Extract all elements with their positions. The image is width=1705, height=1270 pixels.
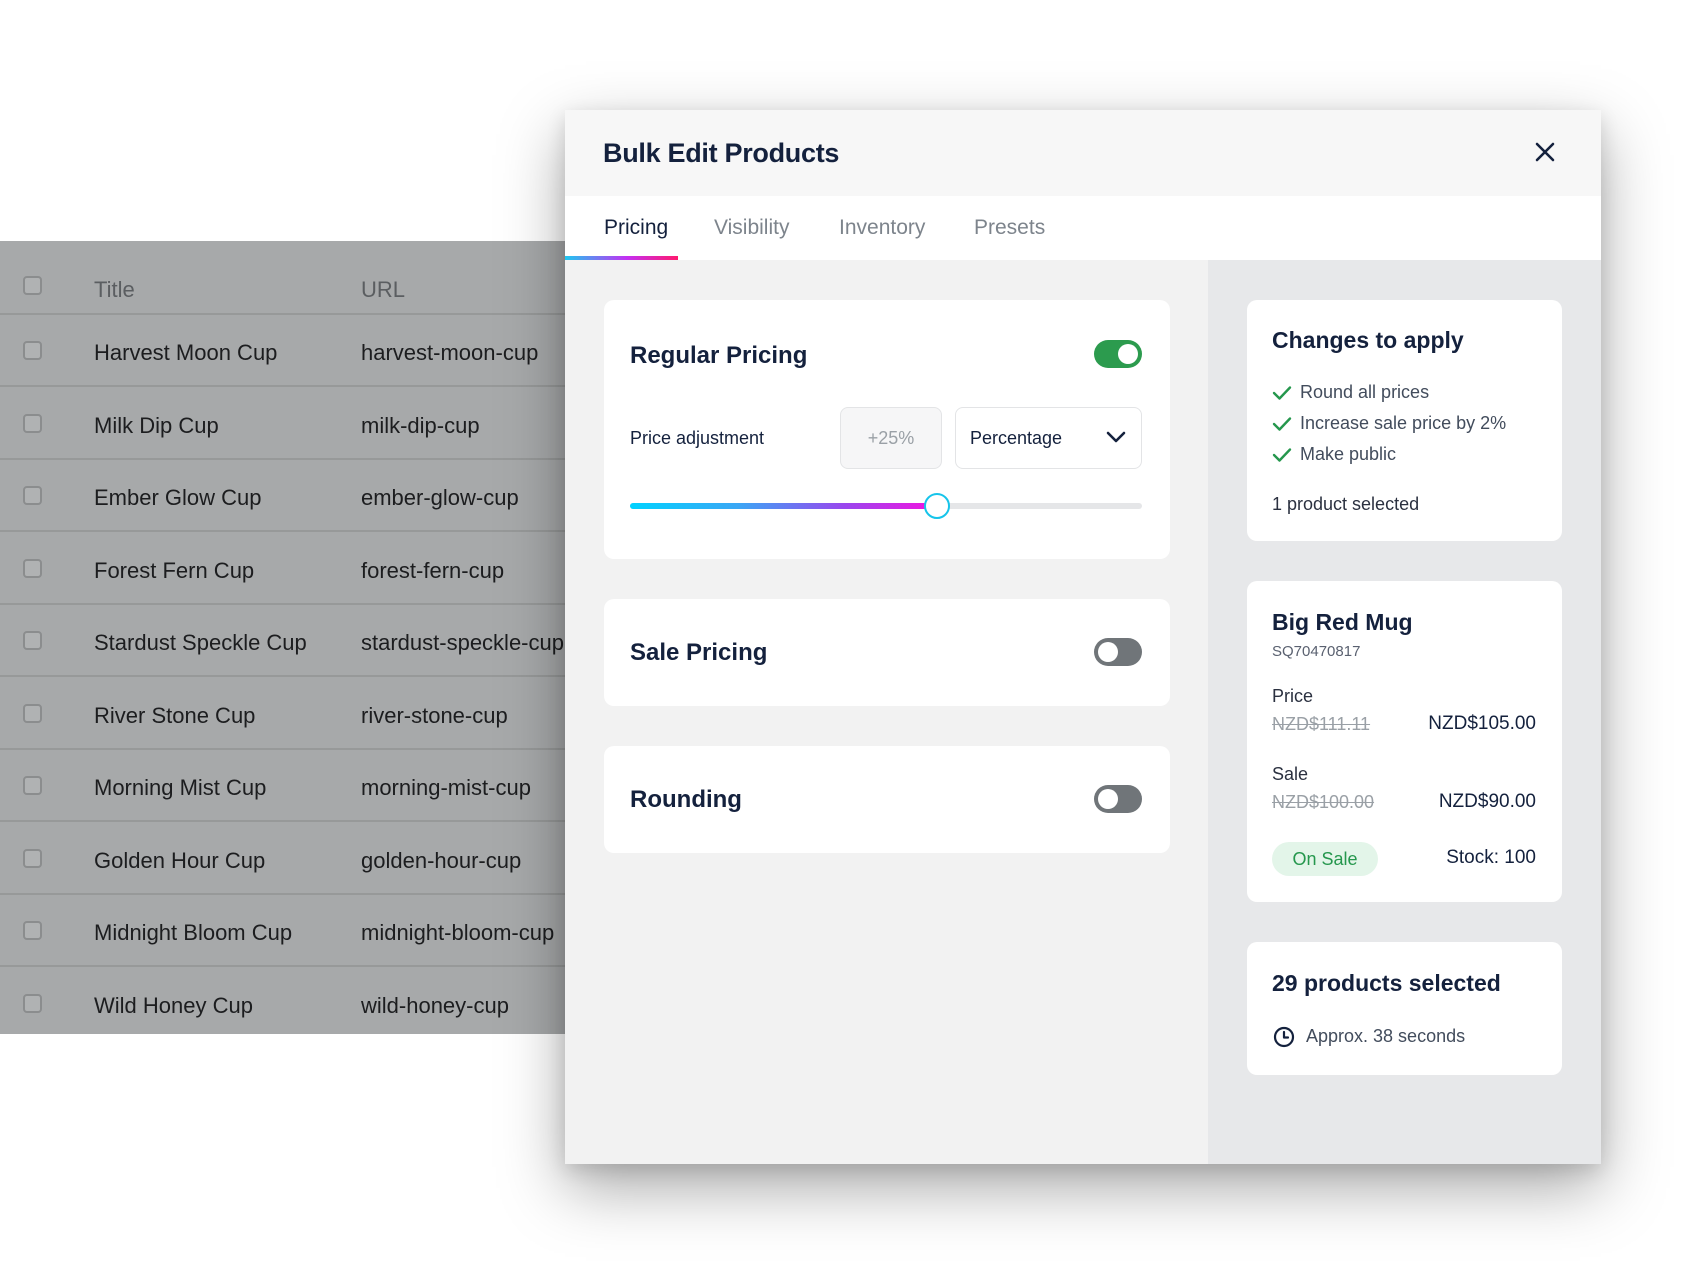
old-sale-price: NZD$100.00 <box>1272 792 1375 812</box>
table-row[interactable]: Forest Fern Cup forest-fern-cup <box>0 533 600 605</box>
stock-count: Stock: 100 <box>1446 847 1536 868</box>
slider-fill <box>630 503 938 509</box>
price-adjustment-slider[interactable] <box>630 493 1142 519</box>
summary-panel: Changes to apply Round all prices Increa… <box>1208 260 1601 1164</box>
rounding-card: Rounding <box>604 746 1170 853</box>
table-row[interactable]: River Stone Cup river-stone-cup <box>0 678 600 750</box>
new-sale-price: NZD$90.00 <box>1438 791 1536 812</box>
row-checkbox[interactable] <box>23 341 42 360</box>
row-checkbox[interactable] <box>23 703 42 723</box>
adjustment-type-value: Percentage <box>970 428 1063 448</box>
adjustment-type-select[interactable]: Percentage <box>955 407 1142 469</box>
table-row[interactable]: Stardust Speckle Cup stardust-speckle-cup <box>0 605 600 677</box>
row-checkbox[interactable] <box>23 848 42 868</box>
row-checkbox[interactable] <box>23 776 42 795</box>
table-row[interactable]: Milk Dip Cup milk-dip-cup <box>0 388 600 460</box>
modal-tabs: Pricing Visibility Inventory Presets <box>565 196 1601 260</box>
product-name: Big Red Mug <box>1272 609 1413 635</box>
row-url: morning-mist-cup <box>361 775 531 800</box>
row-title: River Stone Cup <box>94 702 256 728</box>
row-url: wild-honey-cup <box>361 992 509 1018</box>
row-checkbox[interactable] <box>23 631 42 650</box>
clock-icon <box>1273 1026 1295 1048</box>
close-icon <box>1535 142 1555 162</box>
chevron-down-icon <box>1106 431 1126 443</box>
check-icon <box>1272 448 1292 462</box>
table-row[interactable]: Ember Glow Cup ember-glow-cup <box>0 460 600 532</box>
row-checkbox[interactable] <box>23 558 42 578</box>
rounding-toggle[interactable] <box>1094 785 1142 813</box>
row-url: milk-dip-cup <box>361 412 480 438</box>
product-sku: SQ70470817 <box>1272 643 1361 660</box>
table-row[interactable]: Wild Honey Cup wild-honey-cup <box>0 968 600 1035</box>
changes-title: Changes to apply <box>1272 327 1464 353</box>
row-title: Stardust Speckle Cup <box>94 630 307 655</box>
bulk-edit-modal: Bulk Edit Products Pricing Visibility In… <box>565 110 1601 1164</box>
row-url: golden-hour-cup <box>361 847 522 873</box>
modal-header: Bulk Edit Products <box>565 110 1601 196</box>
check-icon <box>1272 417 1292 431</box>
row-title: Ember Glow Cup <box>94 485 262 510</box>
old-price: NZD$111.11 <box>1272 714 1371 734</box>
changes-card: Changes to apply Round all prices Increa… <box>1247 300 1562 541</box>
row-title: Midnight Bloom Cup <box>94 920 293 945</box>
sale-pricing-title: Sale Pricing <box>630 639 768 666</box>
regular-pricing-title: Regular Pricing <box>630 342 808 369</box>
row-checkbox[interactable] <box>23 921 42 940</box>
row-url: forest-fern-cup <box>361 557 505 583</box>
row-checkbox[interactable] <box>23 993 42 1013</box>
row-title: Milk Dip Cup <box>94 412 219 438</box>
row-url: river-stone-cup <box>361 702 508 728</box>
active-tab-indicator <box>565 256 678 260</box>
changes-summary: 1 product selected <box>1272 494 1420 514</box>
price-adjustment-label: Price adjustment <box>630 428 765 448</box>
rounding-title: Rounding <box>630 786 742 813</box>
regular-pricing-card: Regular Pricing Price adjustment Percent… <box>604 300 1170 559</box>
table-row[interactable]: Morning Mist Cup morning-mist-cup <box>0 750 600 822</box>
row-checkbox[interactable] <box>23 486 42 505</box>
modal-title: Bulk Edit Products <box>603 138 840 168</box>
sale-pricing-card: Sale Pricing <box>604 599 1170 706</box>
row-title: Harvest Moon Cup <box>94 340 278 365</box>
row-url: ember-glow-cup <box>361 485 519 510</box>
tab-pricing[interactable]: Pricing <box>604 216 668 240</box>
selection-eta: Approx. 38 seconds <box>1306 1026 1466 1046</box>
row-url: stardust-speckle-cup <box>361 630 564 655</box>
price-label: Price <box>1272 686 1314 706</box>
price-adjustment-input[interactable] <box>840 407 942 469</box>
slider-thumb[interactable] <box>924 493 951 519</box>
status-badge: On Sale <box>1272 842 1378 876</box>
check-icon <box>1272 386 1292 400</box>
row-url: harvest-moon-cup <box>361 340 539 365</box>
product-table: Title URL Harvest Moon Cup harvest-moon-c… <box>0 241 600 1034</box>
row-title: Wild Honey Cup <box>94 992 253 1018</box>
table-row[interactable]: Harvest Moon Cup harvest-moon-cup <box>0 315 600 387</box>
column-header-url[interactable]: URL <box>361 277 405 303</box>
tab-visibility[interactable]: Visibility <box>714 216 789 240</box>
row-title: Forest Fern Cup <box>94 557 255 583</box>
table-row[interactable]: Golden Hour Cup golden-hour-cup <box>0 823 600 895</box>
close-button[interactable] <box>1531 138 1559 166</box>
selection-card: 29 products selected Approx. 38 seconds <box>1247 942 1562 1075</box>
tab-inventory[interactable]: Inventory <box>839 216 925 240</box>
selection-title: 29 products selected <box>1272 970 1501 996</box>
sale-label: Sale <box>1272 764 1309 784</box>
table-header: Title URL <box>0 241 600 315</box>
new-price: NZD$105.00 <box>1428 713 1536 734</box>
select-all-checkbox[interactable] <box>23 276 42 295</box>
row-url: midnight-bloom-cup <box>361 920 555 945</box>
tab-presets[interactable]: Presets <box>974 216 1045 240</box>
sale-pricing-toggle[interactable] <box>1094 638 1142 666</box>
column-header-title[interactable]: Title <box>94 277 135 303</box>
table-row[interactable]: Midnight Bloom Cup midnight-bloom-cup <box>0 895 600 967</box>
row-title: Morning Mist Cup <box>94 775 267 800</box>
regular-pricing-toggle[interactable] <box>1094 340 1142 368</box>
product-preview-card: Big Red Mug SQ70470817 Price NZD$111.11 … <box>1247 581 1562 902</box>
row-checkbox[interactable] <box>23 413 42 433</box>
row-title: Golden Hour Cup <box>94 847 266 873</box>
